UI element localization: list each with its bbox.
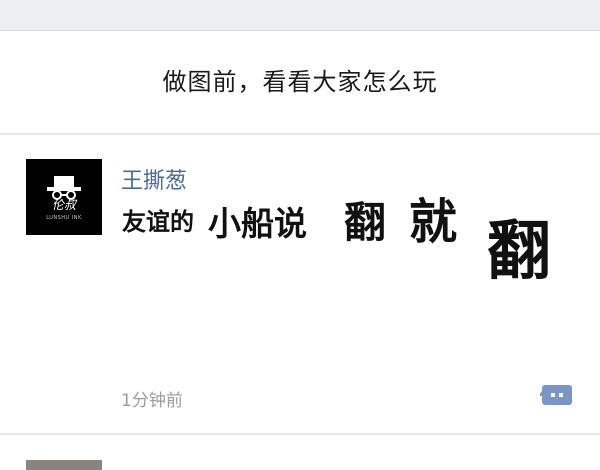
section-prompt: 做图前，看看大家怎么玩 xyxy=(162,68,438,96)
post-text: 友谊的 小船说 翻 就 翻 xyxy=(122,195,592,305)
post-text-part: 小船说 xyxy=(208,204,307,243)
avatar-logo-subtext: LUNSHU INK xyxy=(46,215,82,221)
comment-button[interactable] xyxy=(538,382,574,410)
post-text-part: 友谊的 xyxy=(122,208,194,236)
avatar-logo-text: 伦叔 xyxy=(51,198,76,212)
username[interactable]: 王撕葱 xyxy=(121,163,187,195)
comment-dots-icon xyxy=(538,385,572,405)
hat-glasses-logo-icon xyxy=(47,176,81,200)
top-bar xyxy=(0,0,600,30)
post-text-part: 翻 xyxy=(344,198,387,247)
post-timestamp: 1分钟前 xyxy=(121,391,183,411)
next-post-avatar[interactable] xyxy=(26,460,102,470)
post-text-part: 就 xyxy=(409,194,458,250)
avatar[interactable]: 伦叔 LUNSHU INK xyxy=(26,159,102,235)
post-text-part: 翻 xyxy=(487,215,551,289)
post-divider xyxy=(0,433,600,435)
top-divider xyxy=(0,30,600,31)
section-divider xyxy=(0,133,600,135)
